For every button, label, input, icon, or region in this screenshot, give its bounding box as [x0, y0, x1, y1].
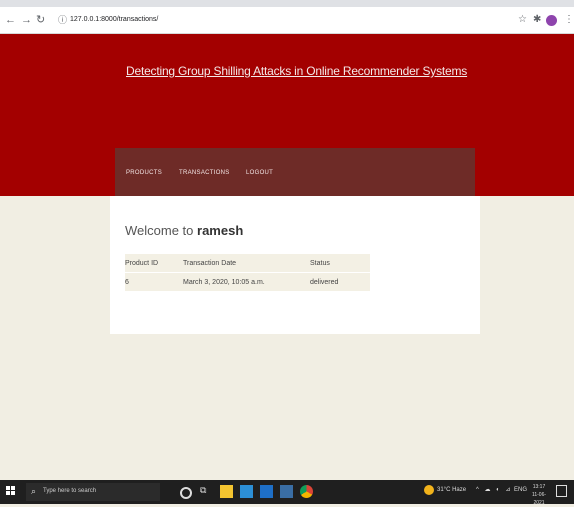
main-navbar: PRODUCTS TRANSACTIONS LOGOUT	[115, 148, 475, 196]
app-icon[interactable]	[280, 485, 293, 498]
extensions-icon[interactable]: ✱	[533, 13, 541, 27]
browser-tab-strip	[0, 0, 574, 7]
site-info-icon[interactable]: ⓘ	[58, 13, 67, 27]
nav-logout[interactable]: LOGOUT	[246, 170, 273, 176]
column-header-status: Status	[310, 254, 370, 273]
language-indicator[interactable]: ENG	[514, 487, 527, 493]
search-icon: ⌕	[31, 486, 37, 496]
search-placeholder: Type here to search	[43, 488, 97, 494]
notification-icon[interactable]	[556, 485, 567, 497]
column-header-transaction-date: Transaction Date	[183, 254, 310, 273]
windows-start-icon[interactable]	[6, 486, 16, 496]
browser-toolbar: ← → ↻ ⓘ 127.0.0.1:8000/transactions/ ☆ ✱…	[0, 7, 574, 34]
cell-product-id: 6	[125, 272, 183, 291]
chrome-icon[interactable]	[300, 485, 313, 498]
address-bar[interactable]: 127.0.0.1:8000/transactions/	[70, 15, 158, 25]
clock[interactable]: 13:17 11-06-2021	[528, 483, 550, 507]
clock-date: 11-06-2021	[531, 492, 547, 506]
site-title-link[interactable]: Detecting Group Shilling Attacks in Onli…	[126, 64, 467, 78]
welcome-heading: Welcome to ramesh	[125, 223, 243, 238]
table-row: 6 March 3, 2020, 10:05 a.m. delivered	[125, 272, 370, 291]
task-view-icon[interactable]: ⧉	[200, 485, 213, 498]
site-header: Detecting Group Shilling Attacks in Onli…	[0, 34, 574, 196]
reload-icon[interactable]: ↻	[36, 13, 45, 27]
cortana-icon[interactable]	[180, 487, 192, 499]
windows-taskbar: ⌕ Type here to search ⧉ 31°C Haze ^ ☁ ◐ …	[0, 480, 574, 507]
profile-avatar[interactable]	[546, 15, 557, 26]
vscode-icon[interactable]	[260, 485, 273, 498]
nav-products[interactable]: PRODUCTS	[126, 170, 162, 176]
system-tray-icons[interactable]: ^ ☁ ◐ ⊿	[476, 486, 512, 493]
file-explorer-icon[interactable]	[220, 485, 233, 498]
cell-transaction-date: March 3, 2020, 10:05 a.m.	[183, 272, 310, 291]
back-icon[interactable]: ←	[5, 13, 16, 27]
weather-text[interactable]: 31°C Haze	[437, 487, 466, 493]
column-header-product-id: Product ID	[125, 254, 183, 273]
content-card: Welcome to ramesh Product ID Transaction…	[110, 196, 480, 334]
username: ramesh	[197, 223, 244, 238]
nav-transactions[interactable]: TRANSACTIONS	[179, 170, 230, 176]
transactions-table: Product ID Transaction Date Status 6 Mar…	[125, 254, 370, 291]
table-header-row: Product ID Transaction Date Status	[125, 254, 370, 273]
cell-status: delivered	[310, 272, 370, 291]
welcome-prefix: Welcome to	[125, 223, 198, 238]
mail-icon[interactable]	[240, 485, 253, 498]
taskbar-search-box[interactable]: ⌕ Type here to search	[26, 483, 160, 501]
browser-menu-icon[interactable]: ⋮	[564, 13, 574, 27]
bookmark-star-icon[interactable]: ☆	[518, 13, 527, 27]
weather-icon[interactable]	[424, 485, 434, 495]
clock-time: 13:17	[532, 484, 546, 490]
forward-icon[interactable]: →	[21, 13, 32, 27]
